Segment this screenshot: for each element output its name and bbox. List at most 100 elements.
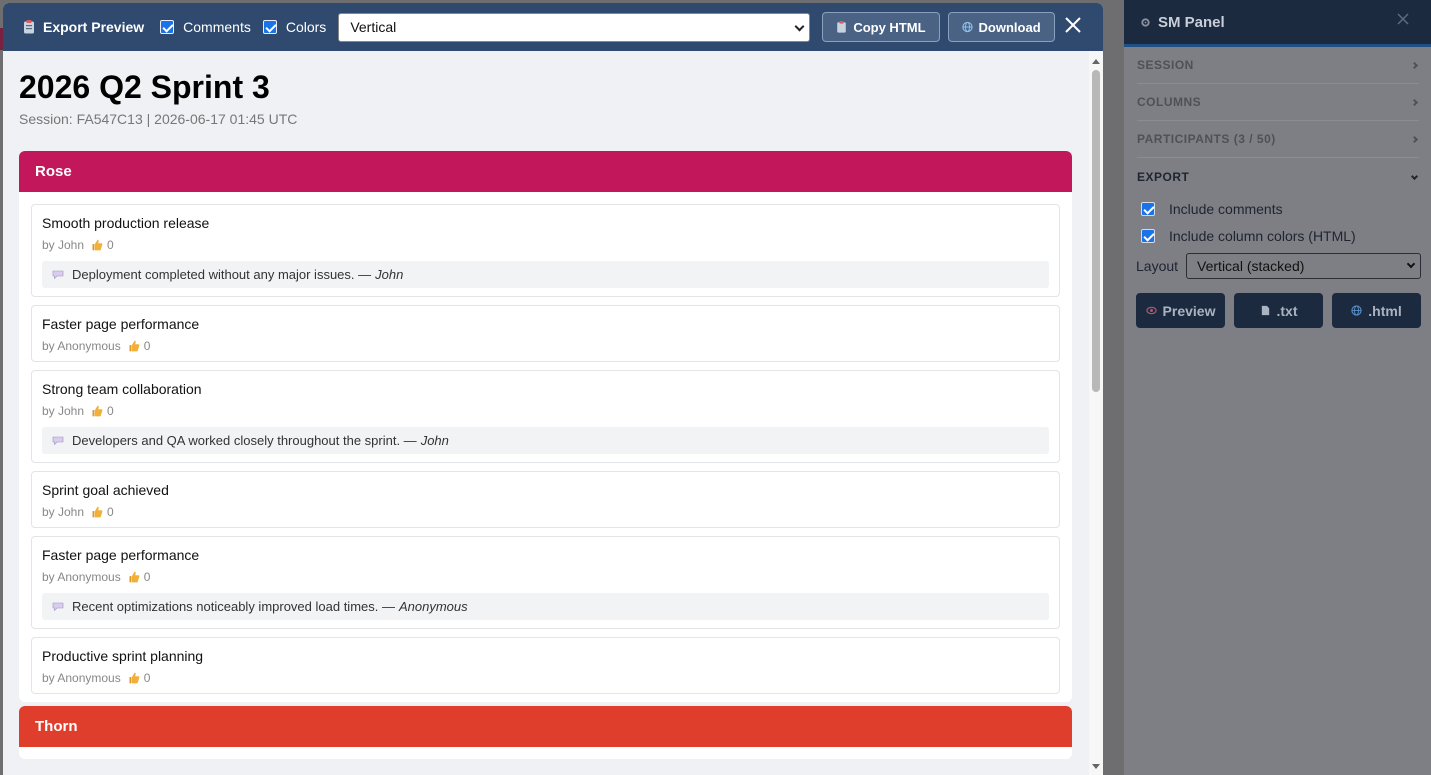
comment-text: Developers and QA worked closely through… bbox=[72, 433, 417, 448]
download-button[interactable]: Download bbox=[947, 12, 1055, 42]
card-title: Productive sprint planning bbox=[42, 648, 204, 664]
scroll-thumb[interactable] bbox=[1092, 70, 1100, 392]
thumbs-up-icon bbox=[129, 571, 140, 583]
accordion-export[interactable]: EXPORT bbox=[1137, 158, 1419, 195]
accordion-participants[interactable]: PARTICIPANTS (3 / 50) bbox=[1137, 121, 1419, 158]
panel-title: SM Panel bbox=[1158, 13, 1225, 31]
scroll-up-arrow[interactable] bbox=[1092, 59, 1100, 64]
card-votes: 0 bbox=[143, 671, 151, 685]
card-meta: by John 0 bbox=[42, 238, 1049, 252]
panel-layout-value: Vertical (stacked) bbox=[1197, 258, 1305, 274]
comment-text: Deployment completed without any major i… bbox=[72, 267, 372, 282]
gear-icon bbox=[1141, 17, 1150, 27]
card-comment: Recent optimizations noticeably improved… bbox=[42, 593, 1049, 620]
export-buttons: Preview .txt .html bbox=[1136, 293, 1431, 328]
scroll-down-arrow[interactable] bbox=[1092, 764, 1100, 769]
card-votes: 0 bbox=[107, 404, 114, 418]
accordion-session[interactable]: SESSION bbox=[1137, 47, 1419, 84]
download-label: Download bbox=[978, 19, 1041, 35]
card-title: Sprint goal achieved bbox=[42, 482, 169, 498]
include-comments-label: Include comments bbox=[1169, 200, 1283, 217]
thumbs-up-icon bbox=[92, 239, 103, 251]
retro-card: Sprint goal achieved by John 0 bbox=[31, 471, 1060, 528]
card-author: by John bbox=[42, 505, 85, 519]
card-title: Smooth production release bbox=[42, 215, 210, 231]
section-header: Rose bbox=[19, 151, 1072, 192]
accordion-session-label: SESSION bbox=[1137, 58, 1194, 72]
layout-select-value: Vertical bbox=[350, 19, 397, 35]
close-icon[interactable] bbox=[1397, 13, 1409, 25]
accordion-columns[interactable]: COLUMNS bbox=[1137, 84, 1419, 121]
card-votes: 0 bbox=[107, 505, 114, 519]
panel-header: SM Panel bbox=[1124, 0, 1431, 47]
colors-toggle[interactable]: Colors bbox=[262, 19, 327, 35]
include-comments-checkbox[interactable] bbox=[1141, 201, 1155, 216]
card-author: by Anonymous bbox=[42, 339, 121, 353]
panel-layout-select[interactable]: Vertical (stacked) bbox=[1186, 253, 1422, 279]
card-title: Faster page performance bbox=[42, 316, 200, 332]
column-section-thorn: Thorn bbox=[19, 706, 1072, 759]
clipboard-icon bbox=[837, 21, 847, 33]
card-author: by Anonymous bbox=[42, 570, 121, 584]
preview-button[interactable]: Preview bbox=[1136, 293, 1225, 328]
include-colors-checkbox[interactable] bbox=[1141, 228, 1155, 243]
preview-content: 2026 Q2 Sprint 3 Session: FA547C13 | 202… bbox=[3, 51, 1089, 775]
card-votes: 0 bbox=[143, 339, 151, 353]
thumbs-up-icon bbox=[92, 405, 103, 417]
thumbs-up-icon bbox=[129, 340, 140, 352]
colors-label: Colors bbox=[285, 19, 327, 35]
include-colors-option[interactable]: Include column colors (HTML) bbox=[1141, 222, 1431, 249]
preview-label: Preview bbox=[1162, 302, 1216, 319]
card-votes: 0 bbox=[143, 570, 151, 584]
retro-card: Smooth production release by John 0 Deploym… bbox=[31, 204, 1060, 297]
comments-label: Comments bbox=[183, 19, 251, 35]
card-meta: by Anonymous 0 bbox=[42, 339, 1049, 353]
retro-card: Strong team collaboration by John 0 Develop… bbox=[31, 370, 1060, 463]
export-preview-modal: Export Preview Comments Colors Vertical … bbox=[3, 3, 1103, 775]
card-meta: by Anonymous 0 bbox=[42, 570, 1049, 584]
copy-html-label: Copy HTML bbox=[853, 19, 926, 35]
document-title: 2026 Q2 Sprint 3 bbox=[19, 69, 270, 105]
html-button[interactable]: .html bbox=[1332, 293, 1421, 328]
speech-bubble-icon bbox=[52, 602, 64, 611]
layout-row: Layout Vertical (stacked) bbox=[1136, 253, 1431, 279]
chevron-right-icon bbox=[1410, 61, 1419, 69]
comment-text: Recent optimizations noticeably improved… bbox=[72, 599, 395, 614]
thumbs-up-icon bbox=[92, 506, 103, 518]
accordion-participants-label: PARTICIPANTS (3 / 50) bbox=[1137, 132, 1276, 146]
include-comments-option[interactable]: Include comments bbox=[1141, 195, 1431, 222]
txt-label: .txt bbox=[1276, 302, 1298, 319]
comment-author: John bbox=[375, 267, 404, 282]
thumbs-up-icon bbox=[129, 672, 140, 684]
card-comment: Developers and QA worked closely through… bbox=[42, 427, 1049, 454]
layout-label: Layout bbox=[1136, 258, 1179, 274]
card-author: by Anonymous bbox=[42, 671, 121, 685]
section-items: Smooth production release by John 0 Deploym… bbox=[19, 192, 1072, 694]
card-title: Faster page performance bbox=[42, 547, 200, 563]
txt-button[interactable]: .txt bbox=[1234, 293, 1323, 328]
colors-checkbox[interactable] bbox=[262, 20, 277, 34]
layout-select[interactable]: Vertical bbox=[338, 12, 811, 42]
copy-html-button[interactable]: Copy HTML bbox=[822, 12, 940, 42]
card-meta: by John 0 bbox=[42, 505, 1049, 519]
comment-author: John bbox=[420, 433, 449, 448]
chevron-right-icon bbox=[1410, 135, 1419, 143]
modal-title-text: Export Preview bbox=[43, 19, 145, 35]
globe-icon bbox=[961, 21, 973, 33]
speech-bubble-icon bbox=[52, 270, 64, 279]
close-icon[interactable] bbox=[1063, 15, 1083, 35]
chevron-down-icon bbox=[1406, 259, 1416, 269]
sections-container: Rose Smooth production release by John 0 Dep… bbox=[19, 151, 1073, 759]
comments-toggle[interactable]: Comments bbox=[160, 19, 251, 35]
document-subtitle: Session: FA547C13 | 2026-06-17 01:45 UTC bbox=[19, 111, 298, 127]
chevron-right-icon bbox=[1410, 98, 1419, 106]
chevron-down-icon bbox=[1410, 172, 1419, 181]
column-section-rose: Rose Smooth production release by John 0 Dep… bbox=[19, 151, 1072, 702]
card-meta: by Anonymous 0 bbox=[42, 671, 1049, 685]
html-label: .html bbox=[1368, 302, 1402, 319]
retro-card: Faster page performance by Anonymous 0 bbox=[31, 305, 1060, 362]
accordion-columns-label: COLUMNS bbox=[1137, 95, 1202, 109]
comments-checkbox[interactable] bbox=[160, 20, 175, 34]
comment-author: Anonymous bbox=[398, 599, 468, 614]
scrollbar[interactable] bbox=[1089, 51, 1103, 775]
